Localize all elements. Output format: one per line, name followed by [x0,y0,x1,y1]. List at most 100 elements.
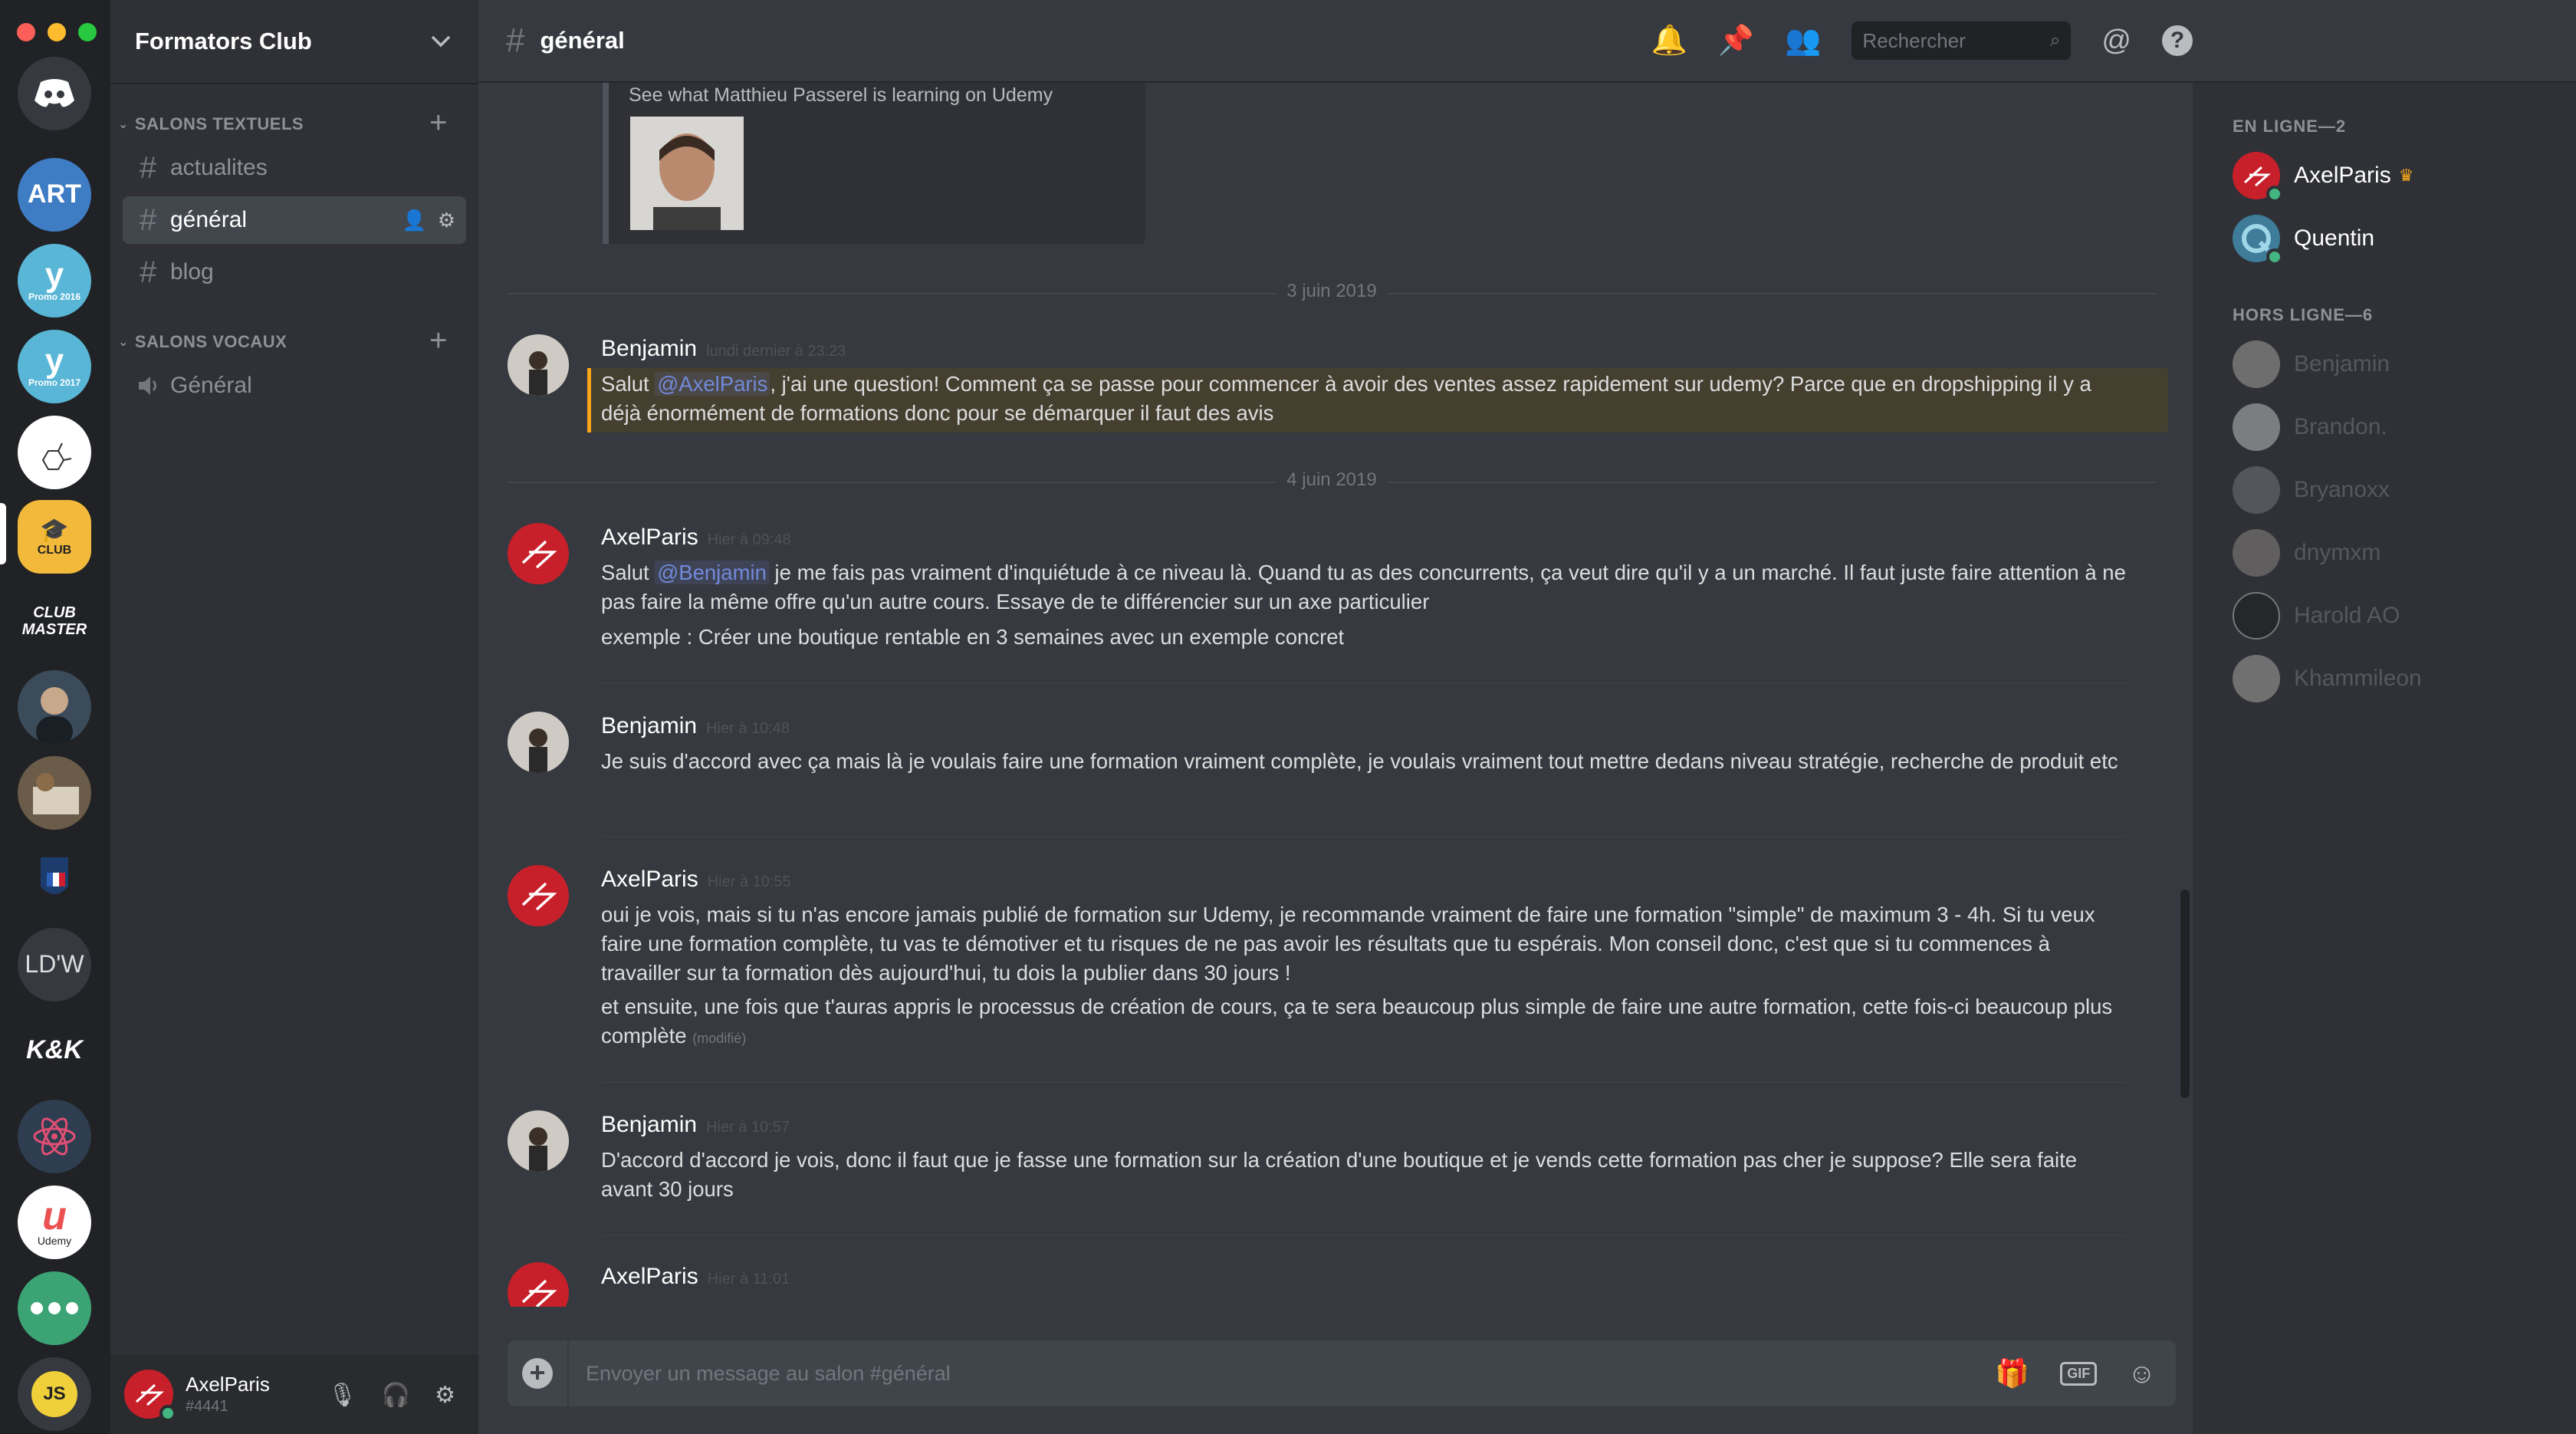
member-item[interactable]: Bryanoxx [2233,463,2390,517]
member-item[interactable]: Khammileon [2233,652,2422,705]
avatar[interactable] [508,334,569,396]
home-button[interactable] [18,57,91,130]
message-author[interactable]: Benjamin Hier à 10:57 [601,1112,790,1138]
invite-user-icon[interactable]: 👤 [402,209,426,232]
gif-button[interactable]: GIF [2060,1361,2098,1386]
channel-general[interactable]: # général 👤 ⚙ [123,196,466,244]
message-timestamp: Hier à 10:57 [706,1119,790,1136]
message-scrollbar[interactable] [2177,83,2193,1302]
person-photo-icon [36,687,73,744]
avatar[interactable] [508,1110,569,1172]
author-name[interactable]: AxelParis [601,1264,698,1289]
message-separator [601,836,2127,837]
server-kk[interactable]: K&K [18,1014,91,1087]
server-promo-2017[interactable]: y Promo 2017 [18,330,91,403]
gear-icon[interactable]: ⚙ [438,209,455,232]
zoom-window-button[interactable] [78,23,97,41]
channel-label: actualites [170,155,268,180]
server-club-master[interactable]: CLUB MASTER [18,584,91,658]
member-avatar [2233,215,2283,265]
embed-thumbnail[interactable] [630,117,744,230]
help-icon[interactable]: ? [2162,25,2193,56]
channel-actualites[interactable]: # actualites [123,144,466,192]
author-name[interactable]: Benjamin [601,1112,697,1137]
server-promo-2016[interactable]: y Promo 2016 [18,244,91,317]
date-divider-label: 3 juin 2019 [1276,281,1388,302]
create-voice-channel-icon[interactable]: + [429,325,448,356]
club-master-line1: CLUB [33,604,76,621]
avatar[interactable] [508,865,569,926]
avatar[interactable] [508,1262,569,1307]
member-item[interactable]: Harold AO [2233,589,2400,643]
server-formators-club[interactable]: 🎓 CLUB [18,500,91,574]
member-item[interactable]: Benjamin [2233,337,2390,391]
user-mention[interactable]: @Benjamin [655,561,769,584]
message-author[interactable]: Benjamin Hier à 10:48 [601,713,790,739]
server-js[interactable]: JS [18,1357,91,1431]
voice-channel-general[interactable]: Général [123,362,466,409]
guild-header[interactable]: Formators Club [110,0,478,83]
member-item[interactable]: Brandon. [2233,400,2387,454]
create-channel-icon[interactable]: + [429,107,448,138]
voice-channels-category[interactable]: ⌄ SALONS VOCAUX + [110,325,478,357]
server-art[interactable]: ART [18,158,91,232]
member-item[interactable]: dnymxm [2233,526,2380,580]
text-channels-category[interactable]: ⌄ SALONS TEXTUELS + [110,107,478,140]
server-more[interactable] [18,1271,91,1345]
three-dots-icon [31,1302,78,1314]
message-input[interactable]: Envoyer un message au salon #général [586,1362,1995,1386]
server-steven[interactable] [18,842,91,916]
server-ldw[interactable]: LD'W [18,928,91,1001]
close-window-button[interactable] [17,23,35,41]
search-input[interactable]: Rechercher ⌕ [1852,21,2072,60]
selected-server-indicator [0,503,6,564]
members-icon[interactable]: 👥 [1785,24,1821,58]
emoji-icon[interactable]: ☺ [2128,1357,2156,1390]
pin-icon[interactable]: 📌 [1718,24,1754,58]
avatar[interactable] [508,712,569,773]
member-name: dnymxm [2294,540,2381,565]
member-name: AxelParis [2294,163,2391,188]
headphones-icon[interactable]: 🎧 [382,1382,410,1409]
mention-icon[interactable]: @ [2101,25,2131,58]
voice-channel-label: Général [170,373,252,398]
channel-blog[interactable]: # blog [123,248,466,296]
server-avatar-1[interactable] [18,670,91,744]
server-avatar-2[interactable] [18,756,91,830]
upload-button[interactable]: + [508,1340,569,1406]
avatar[interactable] [508,523,569,584]
author-name[interactable]: AxelParis [601,867,698,892]
member-avatar [2233,655,2280,702]
user-mention[interactable]: @AxelParis [655,372,770,396]
server-udemy[interactable]: u Udemy [18,1186,91,1259]
message-author[interactable]: AxelParis Hier à 11:01 [601,1264,790,1290]
gift-icon[interactable]: 🎁 [1995,1357,2029,1390]
hash-icon: # [506,21,525,59]
server-chemistry[interactable] [18,416,91,489]
gear-icon[interactable]: ⚙ [435,1382,455,1409]
bell-icon[interactable]: 🔔 [1651,24,1687,58]
scrollbar-thumb[interactable] [2180,890,2190,1098]
minimize-window-button[interactable] [48,23,66,41]
author-name[interactable]: Benjamin [601,713,697,738]
crown-icon: ♛ [2398,166,2414,185]
member-item[interactable]: AxelParis ♛ [2233,149,2413,202]
microphone-icon[interactable]: 🎙 [328,1382,357,1409]
message-timestamp: lundi dernier à 23:23 [706,343,846,360]
y-logo-icon: y [44,256,64,294]
laptop-photo-icon [33,773,79,814]
author-name[interactable]: AxelParis [601,525,698,550]
author-name[interactable]: Benjamin [601,336,697,361]
server-react[interactable] [18,1100,91,1173]
shield-laurel-icon [41,857,68,894]
user-name: AxelParis [186,1373,270,1396]
message-timestamp: Hier à 11:01 [707,1271,790,1288]
axel-logo-icon [521,882,557,911]
message-author[interactable]: AxelParis Hier à 10:55 [601,867,791,893]
member-item[interactable]: Quentin [2233,212,2374,265]
user-avatar[interactable] [124,1370,176,1422]
message-author[interactable]: Benjamin lundi dernier à 23:23 [601,336,846,362]
message-text: et ensuite, une fois que t'auras appris … [601,995,2113,1048]
date-divider: 4 juin 2019 [508,469,2156,491]
message-author[interactable]: AxelParis Hier à 09:48 [601,525,791,551]
